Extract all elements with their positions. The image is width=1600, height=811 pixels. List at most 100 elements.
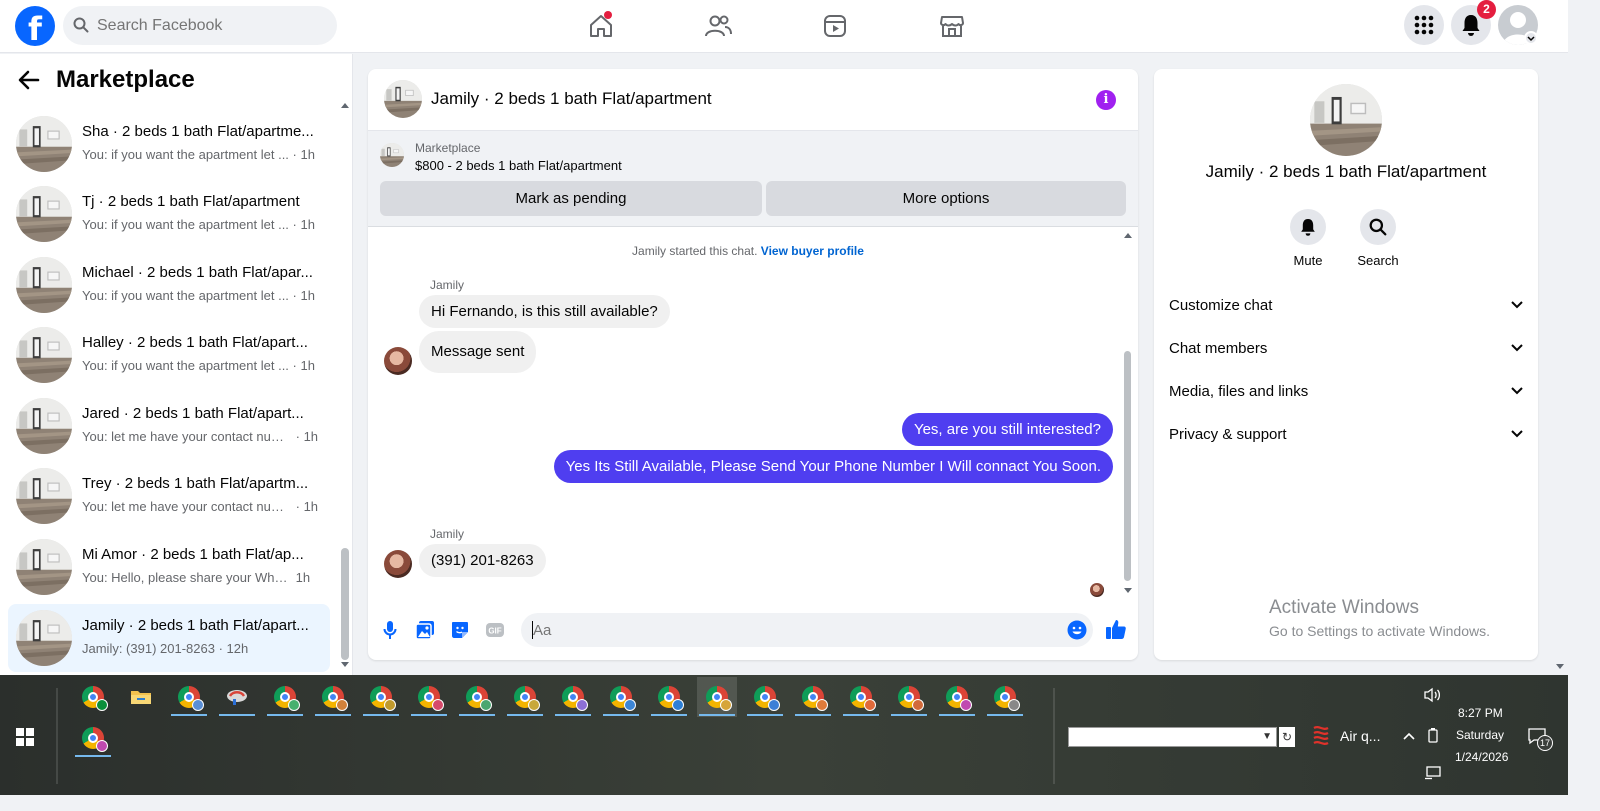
windows-start-icon[interactable] [16, 728, 34, 746]
chrome-browser-icon[interactable] [937, 677, 977, 717]
back-arrow-icon[interactable] [18, 69, 40, 91]
chat-members-section[interactable]: Chat members [1169, 328, 1524, 368]
refresh-icon[interactable]: ↻ [1279, 727, 1295, 747]
chrome-browser-icon[interactable] [889, 677, 929, 717]
chrome-browser-icon[interactable] [745, 677, 785, 717]
clock-day[interactable]: Saturday [1456, 728, 1504, 742]
chevron-down-icon [1511, 301, 1523, 309]
media-files-links-section[interactable]: Media, files and links [1169, 371, 1524, 411]
incoming-message[interactable]: Hi Fernando, is this still available? [419, 295, 670, 328]
message-input-box[interactable] [521, 613, 1093, 647]
network-icon[interactable] [1424, 766, 1442, 780]
file-explorer-icon[interactable] [121, 677, 161, 717]
chrome-browser-icon[interactable] [793, 677, 833, 717]
scroll-down-arrow-icon[interactable] [1123, 587, 1133, 595]
outgoing-message[interactable]: Yes Its Still Available, Please Send You… [553, 450, 1113, 483]
outgoing-message[interactable]: Yes, are you still interested? [901, 413, 1113, 446]
home-nav-button[interactable] [571, 6, 631, 46]
chrome-browser-icon[interactable] [313, 677, 353, 717]
conversation-item[interactable]: Sha · 2 beds 1 bath Flat/apartme... You: … [8, 110, 330, 178]
chrome-browser-icon[interactable] [169, 677, 209, 717]
page-scrollbar[interactable] [1553, 53, 1568, 675]
speaker-icon[interactable] [1423, 687, 1441, 703]
activate-windows-watermark: Activate Windows Go to Settings to activ… [1269, 597, 1490, 639]
weather-label[interactable]: Air q... [1340, 728, 1380, 744]
chrome-browser-icon[interactable] [553, 677, 593, 717]
account-caret[interactable] [1524, 31, 1538, 45]
chrome-browser-icon[interactable] [985, 677, 1025, 717]
conversation-item[interactable]: Jamily · 2 beds 1 bath Flat/apart... Jami… [8, 604, 330, 672]
clock-time[interactable]: 8:27 PM [1458, 706, 1503, 720]
chrome-browser-icon[interactable] [841, 677, 881, 717]
chrome-browser-icon[interactable] [409, 677, 449, 717]
conversation-item[interactable]: Michael · 2 beds 1 bath Flat/apar... You:… [8, 251, 330, 319]
message-input[interactable] [533, 613, 1053, 647]
facebook-logo[interactable]: f [15, 6, 55, 46]
mark-as-pending-button[interactable]: Mark as pending [380, 181, 762, 216]
conversation-item[interactable]: Tj · 2 beds 1 bath Flat/apartment You: if… [8, 180, 330, 248]
marketplace-nav-button[interactable] [922, 6, 982, 46]
sidebar-scroll-thumb[interactable] [341, 548, 349, 660]
conversation-preview: You: let me have your contact num... · 1… [82, 499, 327, 514]
listing-source-label: Marketplace [415, 141, 481, 155]
info-icon[interactable]: i [1096, 90, 1116, 110]
chat-header-thumbnail[interactable] [384, 80, 422, 118]
chrome-browser-icon[interactable] [361, 677, 401, 717]
conversation-item[interactable]: Mi Amor · 2 beds 1 bath Flat/ap... You: H… [8, 533, 330, 601]
dropdown-arrow-icon[interactable]: ▼ [1262, 731, 1272, 742]
more-options-button[interactable]: More options [766, 181, 1126, 216]
video-nav-button[interactable] [805, 6, 865, 46]
listing-avatar[interactable] [1310, 84, 1382, 156]
chrome-browser-icon[interactable] [601, 677, 641, 717]
search-input[interactable] [97, 6, 327, 45]
listing-thumbnail[interactable] [380, 143, 404, 167]
view-buyer-profile-link[interactable]: View buyer profile [761, 244, 864, 258]
conversation-item[interactable]: Jared · 2 beds 1 bath Flat/apart... You: … [8, 392, 330, 460]
scroll-down-arrow-icon[interactable] [340, 661, 350, 669]
voice-clip-button[interactable] [379, 619, 401, 641]
menu-button[interactable] [1404, 5, 1444, 45]
weather-icon[interactable] [1311, 724, 1331, 746]
mute-button[interactable]: Mute [1278, 209, 1338, 268]
chrome-browser-icon[interactable] [457, 677, 497, 717]
privacy-support-section[interactable]: Privacy & support [1169, 414, 1524, 454]
home-notification-dot [604, 11, 612, 19]
chrome-browser-icon[interactable] [649, 677, 689, 717]
chrome-browser-icon[interactable] [73, 677, 113, 717]
conversation-snippet: You: Hello, please share your Whats... [82, 570, 292, 585]
incoming-message[interactable]: Message sent [419, 331, 537, 373]
sticker-button[interactable] [449, 619, 471, 641]
scroll-up-arrow-icon[interactable] [1123, 231, 1133, 239]
mute-label: Mute [1293, 253, 1323, 268]
watermark-title: Activate Windows [1269, 597, 1419, 618]
conversation-item[interactable]: Trey · 2 beds 1 bath Flat/apartm... You: … [8, 462, 330, 530]
taskbar-address-box[interactable]: ▼ [1068, 727, 1277, 747]
chat-title[interactable]: Jamily · 2 beds 1 bath Flat/apartment [431, 89, 712, 109]
listing-price[interactable]: $800 - 2 beds 1 bath Flat/apartment [415, 158, 622, 173]
chrome-browser-icon[interactable] [73, 718, 113, 758]
friends-nav-button[interactable] [688, 6, 748, 46]
gif-button[interactable]: GIF [484, 619, 506, 641]
chevron-up-icon[interactable] [1402, 731, 1416, 741]
chrome-browser-icon[interactable] [265, 677, 305, 717]
sidebar-header: Marketplace [18, 66, 195, 94]
chrome-browser-icon[interactable] [697, 677, 737, 717]
send-like-button[interactable] [1104, 617, 1128, 641]
scroll-down-arrow-icon[interactable] [1555, 663, 1565, 671]
chat-scroll-thumb[interactable] [1124, 351, 1131, 581]
sender-avatar[interactable] [384, 550, 412, 578]
search-in-chat-button[interactable]: Search [1348, 209, 1408, 268]
search-box[interactable] [63, 6, 337, 45]
chrome-browser-icon[interactable] [505, 677, 545, 717]
pinned-app-icon[interactable] [217, 677, 257, 717]
emoji-icon[interactable] [1067, 620, 1087, 640]
photo-icon [415, 621, 434, 640]
customize-chat-section[interactable]: Customize chat [1169, 285, 1524, 325]
conversation-item[interactable]: Halley · 2 beds 1 bath Flat/apart... You:… [8, 321, 330, 389]
attach-photo-button[interactable] [414, 619, 436, 641]
battery-plug-icon[interactable] [1426, 727, 1440, 743]
scroll-up-arrow-icon[interactable] [340, 101, 350, 109]
sender-avatar[interactable] [384, 347, 412, 375]
incoming-message[interactable]: (391) 201-8263 [419, 544, 546, 577]
clock-date[interactable]: 1/24/2026 [1455, 750, 1508, 764]
